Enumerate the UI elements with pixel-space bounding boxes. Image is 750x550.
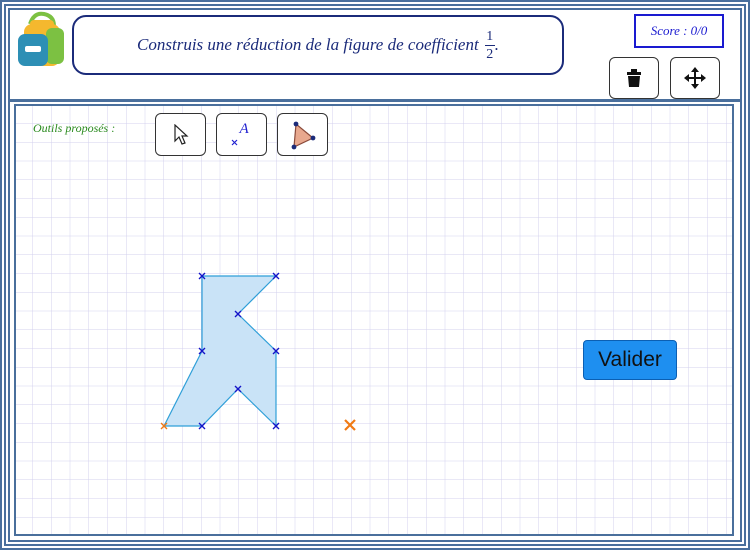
fraction: 1 2: [484, 28, 495, 62]
score-badge: Score : 0/0: [634, 14, 724, 48]
grid-background: [16, 106, 732, 534]
move-arrows-icon: [684, 67, 706, 89]
delete-button[interactable]: [609, 57, 659, 99]
instruction-box: Construis une réduction de la figure de …: [72, 15, 564, 75]
tool-point-button[interactable]: A: [216, 113, 267, 156]
drawing-canvas[interactable]: [14, 104, 734, 536]
pointer-arrow-icon: [173, 123, 189, 145]
schoolbag-icon: [18, 11, 64, 66]
trash-icon: [627, 69, 641, 87]
header-separator: [10, 99, 740, 102]
validate-button[interactable]: Valider: [583, 340, 677, 380]
tool-polygon-button[interactable]: [277, 113, 328, 156]
instruction-end-punctuation: .: [494, 35, 499, 54]
fraction-numerator: 1: [486, 28, 494, 44]
polygon-tool-icon: [291, 121, 315, 149]
move-view-button[interactable]: [670, 57, 720, 99]
fraction-denominator: 2: [486, 46, 494, 62]
grid-canvas[interactable]: [16, 106, 732, 534]
tools-label: Outils proposés :: [33, 121, 116, 135]
point-tool-icon: A: [227, 120, 257, 150]
instruction-text: Construis une réduction de la figure de …: [137, 35, 479, 54]
tool-select-button[interactable]: [155, 113, 206, 156]
